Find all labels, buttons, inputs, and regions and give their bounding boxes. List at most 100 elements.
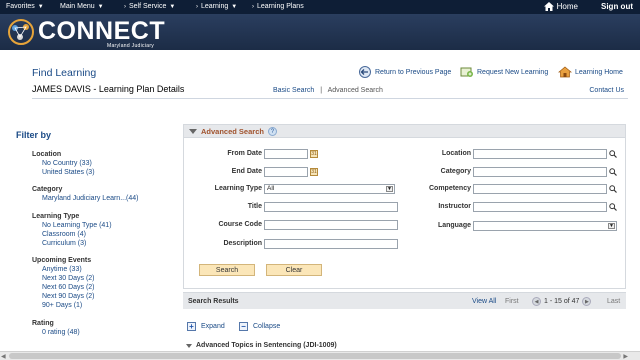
competency-label: Competency	[428, 185, 471, 192]
collapse-label: Collapse	[253, 323, 281, 330]
advanced-search-panel: Advanced Search ? From Date 31 End Date …	[183, 124, 626, 289]
calendar-icon[interactable]: 31	[310, 150, 318, 158]
collapse-all-button[interactable]: − Collapse	[239, 322, 280, 331]
filter-heading: Category	[32, 186, 63, 193]
course-code-input[interactable]	[264, 220, 398, 230]
request-new-learning-link[interactable]: Request New Learning	[460, 66, 548, 78]
brand-subtitle: Maryland Judiciary	[107, 43, 155, 49]
collapse-triangle-icon	[186, 343, 192, 348]
filter-item[interactable]: Next 30 Days (2)	[32, 274, 95, 283]
advanced-search-header[interactable]: Advanced Search ?	[184, 125, 625, 138]
description-input[interactable]	[264, 239, 398, 249]
filter-item[interactable]: Curriculum (3)	[32, 239, 112, 248]
search-results-title: Search Results	[188, 298, 239, 305]
language-label: Language	[437, 222, 471, 229]
competency-input[interactable]	[473, 184, 607, 194]
filter-heading: Location	[32, 151, 62, 158]
end-date-label: End Date	[231, 168, 262, 175]
search-icon[interactable]	[609, 203, 617, 211]
minus-icon: −	[239, 322, 248, 331]
scroll-right-icon[interactable]: ▶	[623, 353, 628, 360]
filter-group-category: Category Maryland Judiciary Learn...(44)	[32, 186, 139, 203]
filter-item[interactable]: No Country (33)	[32, 159, 95, 168]
dropdown-arrow-icon: ▼	[608, 223, 615, 229]
home-icon	[543, 2, 554, 11]
expand-label: Expand	[201, 323, 225, 330]
filter-item[interactable]: 90+ Days (1)	[32, 301, 95, 310]
contact-us-link[interactable]: Contact Us	[589, 87, 624, 94]
filter-item[interactable]: United States (3)	[32, 168, 95, 177]
previous-page-icon[interactable]: ◀	[532, 297, 541, 306]
last-page-link[interactable]: Last	[607, 298, 620, 305]
help-icon[interactable]: ?	[267, 126, 277, 136]
learning-type-value: All	[267, 185, 275, 192]
search-icon[interactable]	[609, 168, 617, 176]
breadcrumb-learning[interactable]: › Learning ▼	[196, 3, 237, 10]
result-topic-row[interactable]: Advanced Topics in Sentencing (JDI-1009)	[186, 342, 337, 349]
from-date-input[interactable]	[264, 149, 308, 159]
end-date-input[interactable]	[264, 167, 308, 177]
learning-type-select[interactable]: All ▼	[264, 184, 395, 194]
breadcrumb-self-service[interactable]: › Self Service ▼	[124, 3, 175, 10]
sign-out-link[interactable]: Sign out	[601, 2, 633, 11]
filter-group-rating: Rating 0 rating (48)	[32, 320, 80, 337]
learning-home-label: Learning Home	[575, 68, 623, 76]
expand-all-button[interactable]: + Expand	[187, 322, 225, 331]
title-input[interactable]	[264, 202, 398, 212]
filter-group-learning-type: Learning Type No Learning Type (41) Clas…	[32, 213, 112, 248]
chevron-right-icon: ›	[252, 3, 254, 10]
filter-item[interactable]: Anytime (33)	[32, 265, 95, 274]
basic-search-link[interactable]: Basic Search	[273, 87, 314, 94]
calendar-icon[interactable]: 31	[310, 168, 318, 176]
chevron-down-icon: ▼	[37, 3, 44, 10]
filter-item[interactable]: Maryland Judiciary Learn...(44)	[32, 194, 139, 203]
pagination: ◀ 1 - 15 of 47 ▶	[532, 297, 592, 306]
chevron-down-icon: ▼	[231, 3, 238, 10]
scrollbar-thumb[interactable]	[9, 353, 621, 359]
search-button[interactable]: Search	[199, 264, 255, 276]
main-menu[interactable]: Main Menu ▼	[60, 3, 104, 10]
first-page-link[interactable]: First	[505, 298, 519, 305]
home-link[interactable]: Home	[543, 2, 578, 11]
description-label: Description	[223, 240, 262, 247]
scroll-left-icon[interactable]: ◀	[1, 353, 6, 360]
title-label: Title	[247, 203, 262, 210]
horizontal-scrollbar[interactable]: ◀ ▶	[0, 351, 640, 360]
return-arrow-icon	[359, 66, 371, 78]
learning-plans-label: Learning Plans	[257, 3, 304, 10]
chevron-right-icon: ›	[196, 3, 198, 10]
instructor-input[interactable]	[473, 202, 607, 212]
filter-item[interactable]: Next 90 Days (2)	[32, 292, 95, 301]
top-nav-bar: Favorites ▼ Main Menu ▼ › Self Service ▼ › Le…	[0, 0, 640, 14]
advanced-search-current: Advanced Search	[327, 87, 383, 94]
plus-icon: +	[187, 322, 196, 331]
results-range: 1 - 15 of 47	[544, 298, 580, 305]
language-select[interactable]: ▼	[473, 221, 617, 231]
location-input[interactable]	[473, 149, 607, 159]
home-label: Home	[556, 2, 578, 11]
learning-home-link[interactable]: Learning Home	[558, 66, 623, 78]
connect-logo-icon	[8, 19, 34, 45]
filter-heading: Upcoming Events	[32, 257, 92, 264]
banner: CONNECT Maryland Judiciary	[0, 14, 640, 50]
location-label: Location	[441, 150, 471, 157]
main-menu-label: Main Menu	[60, 3, 95, 10]
brand-name: CONNECT	[38, 17, 166, 45]
filter-item[interactable]: Next 60 Days (2)	[32, 283, 95, 292]
search-icon[interactable]	[609, 185, 617, 193]
course-code-label: Course Code	[218, 221, 262, 228]
next-page-icon[interactable]: ▶	[582, 297, 592, 306]
breadcrumb-learning-plans[interactable]: › Learning Plans	[252, 3, 304, 10]
view-all-link[interactable]: View All	[472, 298, 496, 305]
learning-type-label: Learning Type	[214, 185, 262, 192]
category-input[interactable]	[473, 167, 607, 177]
search-icon[interactable]	[609, 150, 617, 158]
filter-item[interactable]: No Learning Type (41)	[32, 221, 112, 230]
return-previous-link[interactable]: Return to Previous Page	[358, 66, 451, 78]
favorites-menu[interactable]: Favorites ▼	[6, 3, 44, 10]
instructor-label: Instructor	[438, 203, 471, 210]
clear-button[interactable]: Clear	[266, 264, 322, 276]
filter-item[interactable]: 0 rating (48)	[32, 328, 80, 337]
filter-heading: Learning Type	[32, 213, 80, 220]
filter-item[interactable]: Classroom (4)	[32, 230, 112, 239]
